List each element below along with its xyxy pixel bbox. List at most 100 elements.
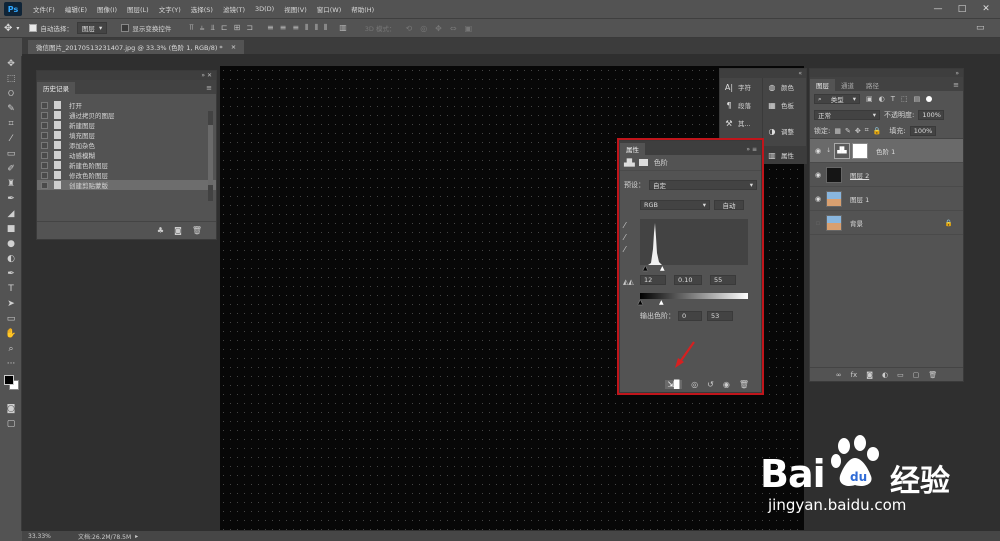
gradient-tool-icon[interactable]: ■ [0,221,22,236]
crop-tool-icon[interactable]: ⌗ [0,116,22,131]
close-window-button[interactable]: ✕ [976,2,996,16]
history-item[interactable]: 修改色阶图层 [37,170,216,180]
menu-layer[interactable]: 图层(L) [122,4,154,14]
history-item[interactable]: 新建图层 [37,120,216,130]
close-panel-icon[interactable]: ✕ [207,72,212,79]
filter-shape-icon[interactable]: ⬚ [901,95,908,103]
menu-type[interactable]: 文字(Y) [154,4,186,14]
history-source-checkbox[interactable] [41,141,48,149]
layer-row[interactable]: ◉ 图层 1 [810,187,963,211]
levels-adjustment-thumbnail[interactable]: ▟▙ [834,142,850,159]
move-tool-icon[interactable]: ✥ [0,56,22,71]
eye-icon[interactable]: ◉ [810,195,826,203]
distribute-vcenter-icon[interactable]: ≡ [280,23,287,33]
tab-layers[interactable]: 图层 [810,79,835,91]
layer-thumbnail[interactable] [826,190,842,207]
new-snapshot-icon[interactable]: ◙ [174,226,182,235]
menu-image[interactable]: 图像(I) [92,4,122,14]
panel-menu-icon[interactable]: ≡ [206,84,212,92]
zoom-tool-icon[interactable]: ⌕ [0,341,22,356]
menu-filter[interactable]: 滤镜(T) [218,4,250,14]
history-source-checkbox[interactable] [41,121,48,129]
layer-row[interactable]: ▫ 背景 🔒 [810,211,963,235]
blend-mode-dropdown[interactable]: 正常 ▾ [814,110,880,120]
menu-help[interactable]: 帮助(H) [346,4,379,14]
history-source-checkbox[interactable] [41,131,48,139]
layer-thumbnail[interactable] [826,166,842,183]
auto-align-icon[interactable]: ▥ [339,23,347,33]
fill-field[interactable]: 100% [909,125,936,136]
link-layers-icon[interactable]: ∞ [836,371,842,379]
history-source-checkbox[interactable] [41,111,48,119]
delete-layer-icon[interactable]: 🗑 [928,371,937,379]
lock-position-icon[interactable]: ✥ [855,127,861,135]
eye-icon[interactable]: ◉ [810,171,826,179]
brush-tool-icon[interactable]: ✐ [0,161,22,176]
close-tab-icon[interactable]: × [231,43,236,51]
tab-channels[interactable]: 通道 [835,79,860,91]
marquee-tool-icon[interactable]: ⬚ [0,71,22,86]
maximize-button[interactable]: □ [952,2,972,16]
menu-3d[interactable]: 3D(D) [250,5,279,13]
layer-row[interactable]: ◉ ↓ ▟▙ 色阶 1 [810,139,963,163]
hand-tool-icon[interactable]: ✋ [0,326,22,341]
menu-edit[interactable]: 编辑(E) [60,4,92,14]
lock-transparent-icon[interactable]: ▦ [834,127,841,135]
new-group-icon[interactable]: ▭ [897,371,904,379]
layer-filter-dropdown[interactable]: ⌕ 类型 ▾ [814,94,860,104]
distribute-bottom-icon[interactable]: ≡ [292,23,299,33]
history-source-checkbox[interactable] [41,171,48,179]
menu-window[interactable]: 窗口(W) [312,4,347,14]
foreground-color-swatch[interactable] [4,375,14,385]
layer-style-icon[interactable]: fx [851,371,858,379]
filter-pixel-icon[interactable]: ▣ [866,95,873,103]
align-hcenter-icon[interactable]: ⊞ [234,23,241,33]
tab-paths[interactable]: 路径 [860,79,885,91]
menu-select[interactable]: 选择(S) [186,4,218,14]
align-bottom-icon[interactable]: ⫫ [210,23,215,33]
zoom-level[interactable]: 33.33% [28,533,68,540]
lock-artboard-icon[interactable]: ⌗ [865,126,869,135]
filter-type-icon[interactable]: T [891,95,895,103]
pen-tool-icon[interactable]: ✒ [0,266,22,281]
filter-adjustment-icon[interactable]: ◐ [879,95,885,103]
mini-panel-adjustments[interactable]: ◑ 调整 [763,122,806,140]
move-tool-icon[interactable]: ✥ [4,23,12,34]
distribute-top-icon[interactable]: ≡ [267,23,274,33]
history-source-checkbox[interactable] [41,181,48,189]
collapse-icon[interactable]: » [201,72,205,79]
history-scrollbar[interactable] [208,111,213,201]
layer-row[interactable]: ◉ 图层 2 [810,163,963,187]
3d-scale-icon[interactable]: ▣ [465,24,473,33]
new-layer-icon[interactable]: ▢ [913,371,920,379]
distribute-hcenter-icon[interactable]: ⫴ [314,23,317,33]
add-mask-icon[interactable]: ◙ [866,371,873,379]
history-scroll-thumb[interactable] [208,125,213,185]
lock-all-icon[interactable]: 🔒 [873,127,882,135]
history-item[interactable]: 通过拷贝的图层 [37,110,216,120]
menu-view[interactable]: 视图(V) [279,4,312,14]
history-item[interactable]: 动感模糊 [37,150,216,160]
distribute-left-icon[interactable]: ⫴ [305,23,308,33]
align-right-icon[interactable]: ⊐ [246,23,253,33]
align-top-icon[interactable]: ⫪ [189,23,194,33]
history-item[interactable]: 打开 [37,100,216,110]
tab-history[interactable]: 历史记录 [37,82,75,94]
mini-panel-paragraph[interactable]: ¶ 段落 [720,96,762,114]
more-tools-icon[interactable]: ··· [0,356,22,371]
dodge-tool-icon[interactable]: ◐ [0,251,22,266]
history-item-selected[interactable]: 创建剪贴蒙版 [37,180,216,190]
distribute-right-icon[interactable]: ⫴ [324,23,327,33]
eyedropper-tool-icon[interactable]: ⁄ [0,131,22,146]
collapse-icon[interactable]: » [955,70,959,77]
new-document-from-state-icon[interactable]: ♣ [157,226,164,235]
status-menu-icon[interactable]: ▸ [135,533,138,540]
auto-select-checkbox[interactable] [29,24,38,32]
mini-panel-swatches[interactable]: ▦ 色板 [763,96,806,114]
3d-pan-icon[interactable]: ✥ [435,24,442,33]
history-source-checkbox[interactable] [41,101,48,109]
mini-panel-other[interactable]: ⚒ 其... [720,114,762,132]
lasso-tool-icon[interactable]: ଠ [0,86,22,101]
history-item[interactable]: 填充图层 [37,130,216,140]
history-item[interactable]: 新建色阶图层 [37,160,216,170]
